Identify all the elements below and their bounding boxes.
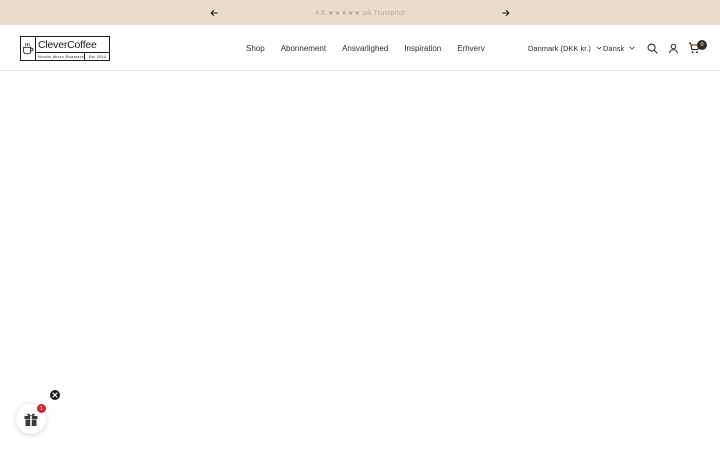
arrow-left-icon	[210, 10, 218, 16]
logo-subline: Nordic Micro Roasters Est. 2014	[36, 53, 110, 60]
country-selector[interactable]: Danmark (DKK kr.)	[528, 25, 602, 71]
close-icon	[52, 392, 58, 398]
chevron-down-icon	[596, 46, 602, 50]
language-selector[interactable]: Dansk	[603, 25, 635, 71]
main-nav: Shop Abonnement Ansvarlighed Inspiration…	[246, 25, 501, 71]
nav-item-inspiration[interactable]: Inspiration	[404, 44, 441, 53]
announcement-bar: 4.6 ★★★★★ på Trustpilot	[0, 0, 720, 25]
nav-item-erhverv[interactable]: Erhverv	[457, 44, 485, 53]
announcement-next-button[interactable]	[499, 6, 513, 20]
logo-name: CleverCoffee	[36, 37, 110, 53]
gift-close-button[interactable]	[50, 390, 60, 400]
country-label: Danmark (DKK kr.)	[528, 43, 591, 53]
language-label: Dansk	[603, 43, 625, 53]
gift-icon	[24, 413, 38, 426]
account-button[interactable]	[667, 42, 679, 54]
logo-wordmark: CleverCoffee Nordic Micro Roasters Est. …	[36, 37, 110, 60]
nav-item-ansvarlighed[interactable]: Ansvarlighed	[342, 44, 388, 53]
announcement-text[interactable]: 4.6 ★★★★★ på Trustpilot	[315, 9, 405, 17]
search-icon	[647, 43, 658, 54]
announcement-prev-button[interactable]	[207, 6, 221, 20]
search-button[interactable]	[646, 42, 658, 54]
clevercoffee-logo[interactable]: CleverCoffee Nordic Micro Roasters Est. …	[20, 36, 110, 61]
logo-tagline: Nordic Micro Roasters	[38, 54, 84, 59]
cart-count-badge: 0	[697, 40, 707, 50]
nav-item-shop[interactable]: Shop	[246, 44, 265, 53]
gift-count-badge: 1	[37, 404, 46, 413]
coffee-cup-icon	[21, 37, 36, 60]
site-header: CleverCoffee Nordic Micro Roasters Est. …	[0, 25, 720, 71]
arrow-right-icon	[502, 10, 510, 16]
chevron-down-icon	[629, 46, 635, 50]
nav-item-abonnement[interactable]: Abonnement	[281, 44, 326, 53]
user-icon	[668, 43, 678, 53]
logo-est: Est. 2014	[83, 53, 110, 60]
